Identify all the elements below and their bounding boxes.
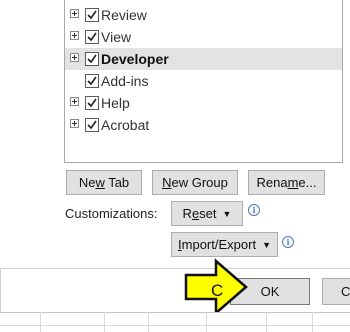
tab-checkbox[interactable]	[85, 52, 99, 66]
tabs-tree-panel[interactable]: Review View Developer Add-ins Help Acrobat	[64, 0, 343, 163]
rename-button[interactable]: Rename...	[248, 170, 325, 195]
tree-item-label: View	[101, 29, 132, 45]
reset-label-a: R	[182, 206, 192, 221]
expand-plus-icon[interactable]	[70, 53, 79, 62]
cancel-button[interactable]: Ca	[322, 278, 350, 305]
import-label-c: mport/Export	[181, 237, 257, 252]
tab-checkbox[interactable]	[85, 74, 99, 88]
customizations-label: Customizations:	[65, 206, 158, 221]
info-icon[interactable]: i	[282, 236, 294, 248]
tree-item-label: Add-ins	[101, 73, 149, 89]
new-tab-label-b: w	[95, 175, 105, 190]
new-group-button[interactable]: New Group	[152, 170, 238, 195]
spreadsheet-strip	[0, 312, 350, 332]
expand-plus-icon[interactable]	[70, 31, 79, 40]
tree-item[interactable]: View	[65, 26, 342, 48]
rename-label-c: e...	[298, 175, 317, 190]
tab-checkbox[interactable]	[85, 8, 99, 22]
annotation-letter: C	[211, 281, 224, 300]
new-tab-label-c: Tab	[104, 175, 130, 190]
expand-plus-icon[interactable]	[70, 9, 79, 18]
tree-item[interactable]: Developer	[65, 48, 342, 70]
dropdown-arrow-icon: ▼	[222, 209, 232, 219]
ok-label: OK	[260, 284, 280, 299]
info-icon[interactable]: i	[248, 204, 260, 216]
expand-plus-icon[interactable]	[70, 119, 79, 128]
dialog-divider	[0, 268, 350, 269]
rename-label-b: m	[287, 175, 299, 190]
new-tab-button[interactable]: New Tab	[66, 170, 142, 195]
dialog-left-edge	[0, 268, 1, 312]
reset-label-c: set	[199, 206, 217, 221]
import-export-dropdown-button[interactable]: Import/Export ▼	[171, 232, 278, 257]
expand-plus-icon[interactable]	[70, 97, 79, 106]
new-group-label-c: ew Group	[171, 175, 228, 190]
tree-item[interactable]: Review	[65, 4, 342, 26]
tab-checkbox[interactable]	[85, 96, 99, 110]
tree-item[interactable]: Acrobat	[65, 114, 342, 136]
new-group-label-b: N	[162, 175, 172, 190]
new-tab-label-a: Ne	[78, 175, 96, 190]
tree-item[interactable]: Add-ins	[65, 70, 342, 92]
rename-label-a: Rena	[256, 175, 288, 190]
tree-item[interactable]: Help	[65, 92, 342, 114]
tree-item-label: Help	[101, 95, 130, 111]
cancel-label: Ca	[341, 284, 350, 299]
tree-item-label: Acrobat	[101, 117, 150, 133]
tab-checkbox[interactable]	[85, 118, 99, 132]
dropdown-arrow-icon: ▼	[262, 240, 271, 250]
tree-item-label: Review	[101, 7, 147, 23]
tree-item-label: Developer	[101, 51, 169, 67]
reset-dropdown-button[interactable]: Reset ▼	[171, 201, 243, 226]
tab-checkbox[interactable]	[85, 30, 99, 44]
